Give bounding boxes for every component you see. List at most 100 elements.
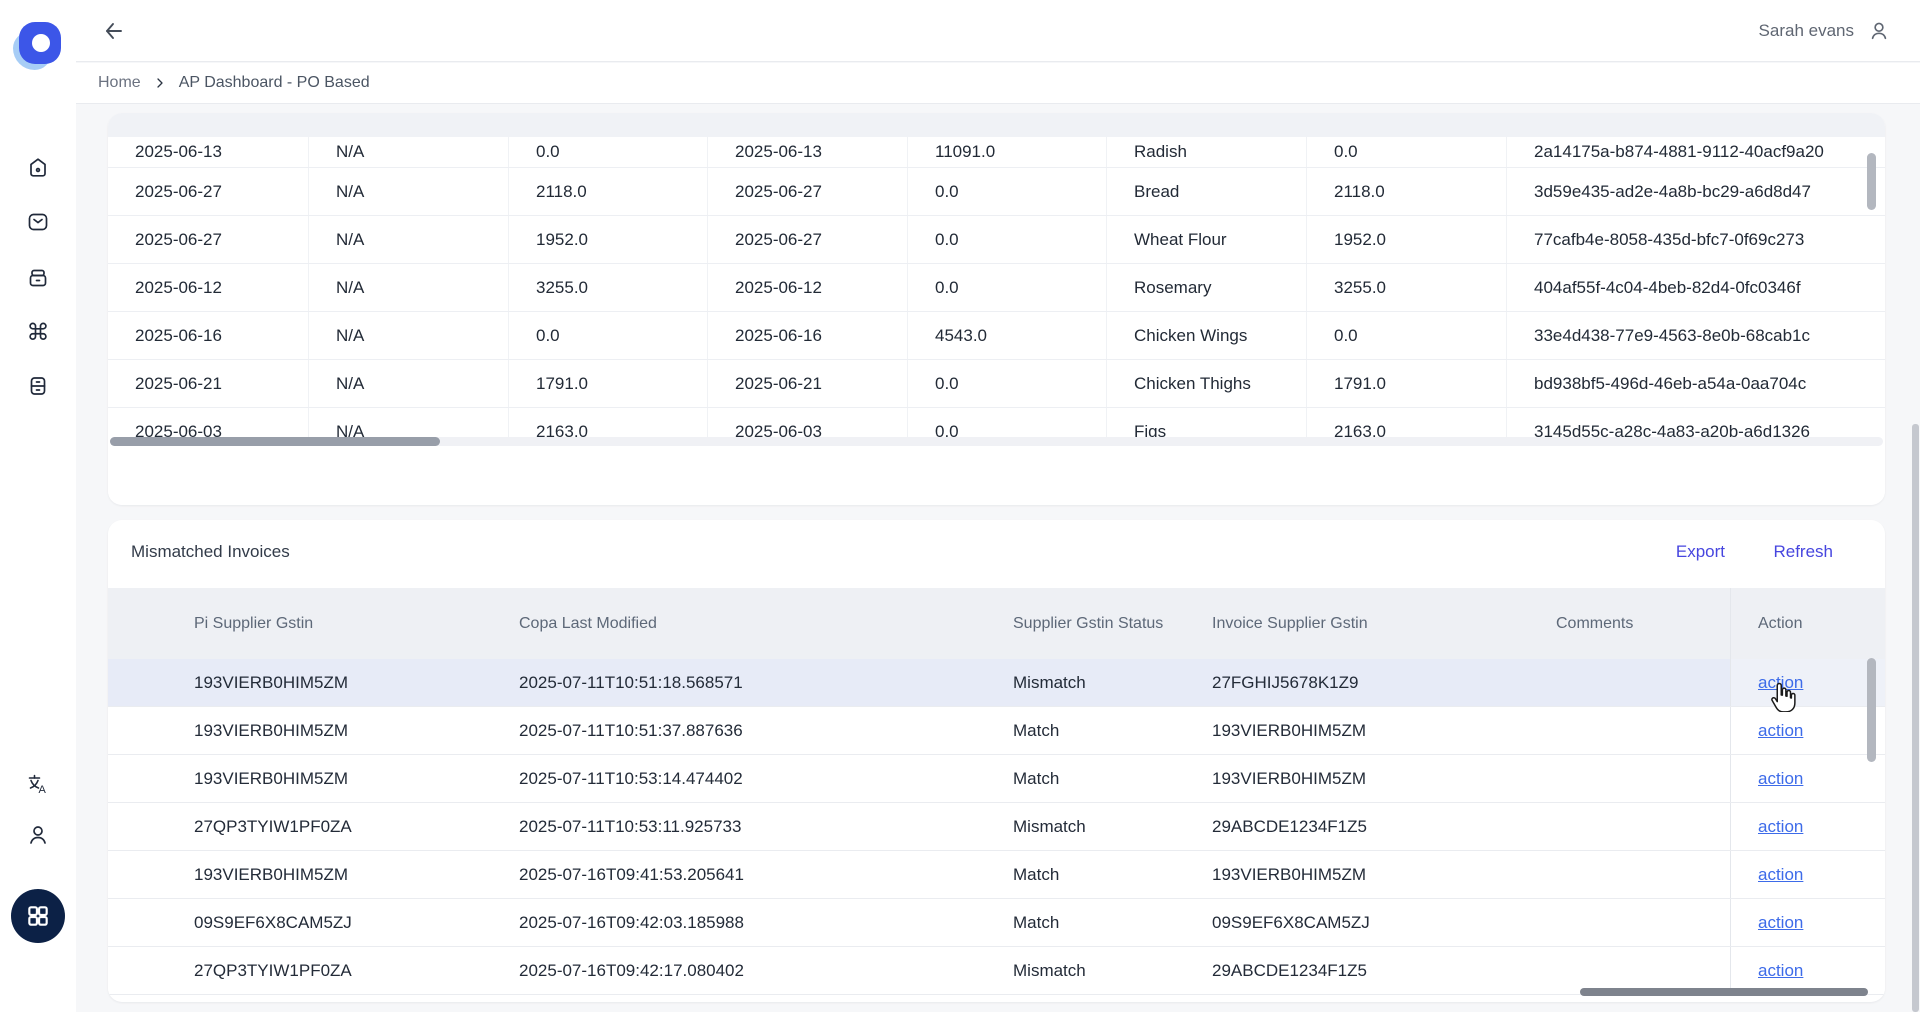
po-cell: 0.0: [908, 264, 1107, 311]
po-cell: 4543.0: [908, 312, 1107, 359]
mm-column-header: Supplier Gstin Status: [999, 588, 1198, 659]
po-table-row: 2025-06-27N/A1952.02025-06-270.0Wheat Fl…: [108, 216, 1885, 264]
action-link[interactable]: action: [1758, 769, 1803, 789]
po-cell: Bread: [1107, 168, 1307, 215]
refresh-button[interactable]: Refresh: [1773, 542, 1833, 562]
svg-text:A: A: [39, 784, 47, 796]
copa-last-modified-cell: 2025-07-16T09:42:17.080402: [505, 947, 999, 994]
mismatched-title: Mismatched Invoices: [131, 542, 290, 562]
po-cell: 2025-06-27: [108, 168, 309, 215]
action-link[interactable]: action: [1758, 913, 1803, 933]
action-cell: action: [1730, 659, 1885, 706]
invoice-supplier-gstin-cell: 29ABCDE1234F1Z5: [1198, 947, 1532, 994]
home-icon[interactable]: [26, 156, 50, 180]
status-cell: Match: [999, 851, 1198, 898]
drawer-icon[interactable]: [26, 374, 50, 398]
mm-table-row: 193VIERB0HIM5ZM2025-07-16T09:41:53.20564…: [108, 851, 1885, 899]
po-cell: 2025-06-13: [708, 137, 908, 167]
status-cell: Mismatch: [999, 947, 1198, 994]
pi-supplier-gstin-cell: 193VIERB0HIM5ZM: [108, 707, 505, 754]
po-cell: 2025-06-12: [108, 264, 309, 311]
page-scrollbar-thumb[interactable]: [1912, 424, 1919, 1012]
action-cell: action: [1730, 755, 1885, 802]
action-link[interactable]: action: [1758, 961, 1803, 981]
po-cell: 0.0: [908, 168, 1107, 215]
comments-cell: [1532, 755, 1730, 802]
archive-icon[interactable]: [26, 266, 50, 290]
action-link[interactable]: action: [1758, 817, 1803, 837]
po-cell: 1791.0: [1307, 360, 1507, 407]
user-avatar-icon: [1868, 20, 1890, 42]
back-button[interactable]: [102, 19, 126, 43]
breadcrumb-current: AP Dashboard - PO Based: [179, 74, 370, 92]
mm-table-row: 09S9EF6X8CAM5ZJ2025-07-16T09:42:03.18598…: [108, 899, 1885, 947]
po-cell: 3d59e435-ad2e-4a8b-bc29-a6d8d47: [1507, 168, 1885, 215]
po-hscroll-thumb[interactable]: [110, 437, 440, 446]
po-cell: N/A: [309, 312, 509, 359]
comments-cell: [1532, 947, 1730, 994]
sidebar: ⌘ A: [0, 0, 76, 1012]
po-cell: 77cafb4e-8058-435d-bfc7-0f69c273: [1507, 216, 1885, 263]
action-cell: action: [1730, 803, 1885, 850]
app-root: ⌘ A: [0, 0, 1920, 1012]
mismatched-table-body: 193VIERB0HIM5ZM2025-07-11T10:51:18.56857…: [108, 659, 1885, 1002]
pi-supplier-gstin-cell: 193VIERB0HIM5ZM: [108, 755, 505, 802]
app-launcher-button[interactable]: [11, 889, 65, 943]
pi-supplier-gstin-cell: 193VIERB0HIM5ZM: [108, 851, 505, 898]
po-table-row: 2025-06-12N/A3255.02025-06-120.0Rosemary…: [108, 264, 1885, 312]
invoice-supplier-gstin-cell: 09S9EF6X8CAM5ZJ: [1198, 899, 1532, 946]
po-cell: 2025-06-16: [108, 312, 309, 359]
status-cell: Mismatch: [999, 803, 1198, 850]
mm-table-row: 27QP3TYIW1PF0ZA2025-07-11T10:53:11.92573…: [108, 803, 1885, 851]
mm-table-row: 193VIERB0HIM5ZM2025-07-11T10:51:37.88763…: [108, 707, 1885, 755]
mm-column-header: Invoice Supplier Gstin: [1198, 588, 1532, 659]
mm-column-header: Comments: [1532, 588, 1730, 659]
po-cell: bd938bf5-496d-46eb-a54a-0aa704c: [1507, 360, 1885, 407]
po-cell: 2025-06-12: [708, 264, 908, 311]
copa-last-modified-cell: 2025-07-11T10:53:14.474402: [505, 755, 999, 802]
export-button[interactable]: Export: [1676, 542, 1725, 562]
po-cell: 2025-06-13: [108, 137, 309, 167]
po-cell: 0.0: [908, 360, 1107, 407]
po-horizontal-scrollbar[interactable]: [110, 437, 1883, 446]
invoice-supplier-gstin-cell: 193VIERB0HIM5ZM: [1198, 755, 1532, 802]
invoice-supplier-gstin-cell: 29ABCDE1234F1Z5: [1198, 803, 1532, 850]
copa-last-modified-cell: 2025-07-11T10:51:37.887636: [505, 707, 999, 754]
mm-table-row: 193VIERB0HIM5ZM2025-07-11T10:51:18.56857…: [108, 659, 1885, 707]
po-cell: 33e4d438-77e9-4563-8e0b-68cab1c: [1507, 312, 1885, 359]
mm-horizontal-scrollbar-thumb[interactable]: [1580, 988, 1868, 996]
po-cell: 404af55f-4c04-4beb-82d4-0fc0346f: [1507, 264, 1885, 311]
status-cell: Mismatch: [999, 659, 1198, 706]
po-cell: 0.0: [1307, 312, 1507, 359]
po-vertical-scrollbar-thumb[interactable]: [1867, 153, 1876, 210]
pi-supplier-gstin-cell: 27QP3TYIW1PF0ZA: [108, 947, 505, 994]
comments-cell: [1532, 659, 1730, 706]
action-link[interactable]: action: [1758, 865, 1803, 885]
mm-column-header: Copa Last Modified: [505, 588, 999, 659]
po-cell: 2118.0: [509, 168, 708, 215]
apps-grid-icon: [25, 903, 51, 929]
person-icon[interactable]: [26, 823, 50, 847]
po-table-header-clipped: [108, 113, 1885, 137]
po-cell: 2025-06-21: [108, 360, 309, 407]
mm-table-row: 193VIERB0HIM5ZM2025-07-11T10:53:14.47440…: [108, 755, 1885, 803]
action-cell: action: [1730, 707, 1885, 754]
action-link[interactable]: action: [1758, 721, 1803, 741]
copa-last-modified-cell: 2025-07-16T09:41:53.205641: [505, 851, 999, 898]
comments-cell: [1532, 899, 1730, 946]
user-menu[interactable]: Sarah evans: [1759, 14, 1890, 48]
translate-icon[interactable]: A: [26, 772, 50, 796]
po-cell: N/A: [309, 216, 509, 263]
mm-vertical-scrollbar-thumb[interactable]: [1867, 658, 1876, 762]
command-icon[interactable]: ⌘: [26, 320, 50, 344]
mismatched-table-header: Pi Supplier GstinCopa Last ModifiedSuppl…: [108, 588, 1885, 659]
po-cell: 2118.0: [1307, 168, 1507, 215]
action-link[interactable]: action: [1758, 673, 1803, 693]
brand-logo: [13, 22, 61, 70]
action-cell: action: [1730, 899, 1885, 946]
breadcrumb-home-link[interactable]: Home: [98, 74, 141, 92]
po-cell: 2025-06-27: [708, 168, 908, 215]
po-table-card: 2025-06-13N/A0.02025-06-1311091.0Radish0…: [108, 113, 1885, 505]
pi-supplier-gstin-cell: 09S9EF6X8CAM5ZJ: [108, 899, 505, 946]
mail-icon[interactable]: [26, 210, 50, 234]
